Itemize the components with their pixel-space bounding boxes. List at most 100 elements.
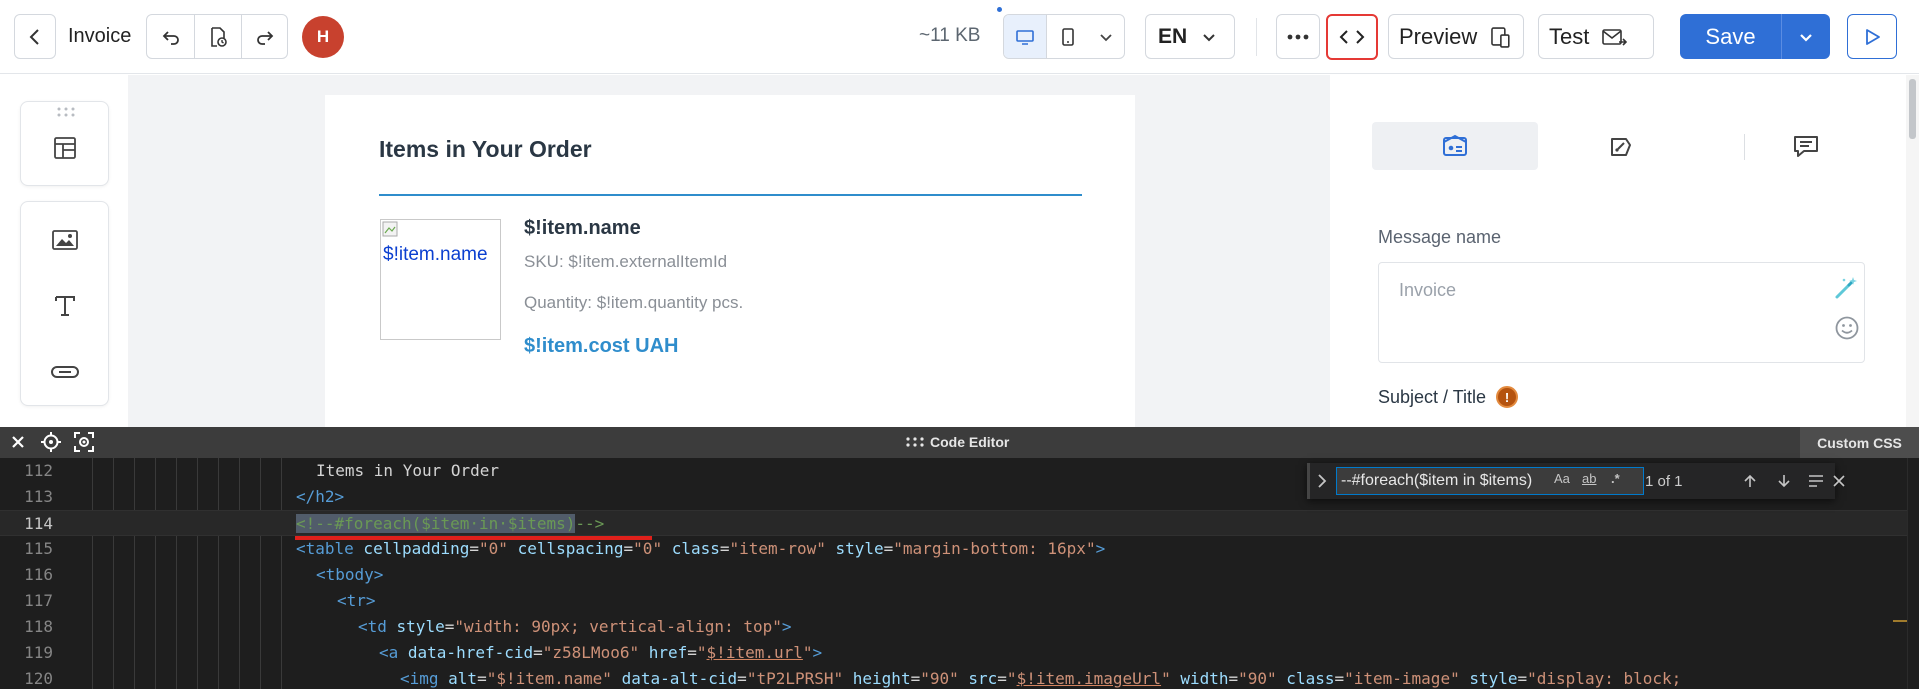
comment-icon [1794,136,1818,157]
message-settings-icon [1443,134,1467,156]
undo-icon [162,30,179,45]
message-title: Invoice [68,25,132,47]
tab-styles[interactable] [1538,122,1704,170]
close-find-button[interactable] [1829,471,1849,491]
save-button[interactable]: Save [1680,14,1781,59]
close-icon [12,436,24,448]
line-number: 120 [24,669,53,688]
layout-block-icon [43,126,87,170]
warning-icon[interactable]: ! [1496,386,1519,408]
image-block-icon[interactable] [43,218,87,262]
regex-toggle[interactable]: .* [1611,471,1620,486]
find-input[interactable]: --#foreach($item in $items) [1336,467,1644,495]
message-name-field[interactable]: Invoice [1378,262,1865,363]
line-number: 119 [24,643,53,662]
desktop-view-button[interactable] [1004,15,1046,58]
redo-button[interactable] [241,15,287,58]
text-block-icon[interactable] [43,284,87,328]
preview-button[interactable]: Preview [1388,14,1524,59]
layout-block-card[interactable] [20,101,109,186]
close-icon [1833,475,1845,487]
item-sku[interactable]: SKU: $!item.externalItemId [524,252,727,272]
code-line[interactable]: 115 <table cellpadding="0" cellspacing="… [0,536,1919,562]
code-view-button[interactable] [1326,14,1378,60]
find-in-selection-button[interactable] [1806,471,1826,491]
tab-message-settings[interactable] [1372,122,1538,170]
paint-icon [1611,138,1631,156]
preview-devices-icon [1491,26,1510,48]
previous-match-button[interactable] [1740,471,1760,491]
language-value: EN [1158,24,1188,48]
play-icon [1866,28,1880,45]
save-options-button[interactable] [1781,14,1830,59]
code-text: <tr> [337,591,376,610]
section-heading[interactable]: Items in Your Order [379,136,592,163]
next-match-button[interactable] [1774,471,1794,491]
find-result-count: 1 of 1 [1645,473,1683,490]
code-editor-title[interactable]: Code Editor [906,434,1009,450]
line-number: 114 [24,514,53,533]
drag-handle-icon [906,437,924,447]
user-avatar[interactable]: H [302,16,344,58]
code-text: <a data-href-cid="z58LMoo6" href="$!item… [379,643,823,662]
code-line[interactable]: 119 <a data-href-cid="z58LMoo6" href="$!… [0,640,1919,666]
subject-label: Subject / Title ! [1378,386,1519,408]
version-history-button[interactable] [194,15,241,58]
settings-tabs [1372,122,1867,170]
tab-comments[interactable] [1745,122,1867,170]
scrollbar-thumb[interactable] [1909,79,1916,139]
custom-css-tab[interactable]: Custom CSS [1800,427,1919,458]
line-number: 116 [24,565,53,584]
focus-frame-icon [74,432,94,452]
code-text: <td style="width: 90px; vertical-align: … [358,617,792,636]
code-text: </h2> [296,487,345,506]
code-line[interactable]: 120 <img alt="$!item.name" data-alt-cid=… [0,666,1919,692]
find-match-highlight: <!--#foreach($item·in·$items) [296,514,576,533]
code-line-current[interactable]: 114 <!--#foreach($item·in·$items)--> [0,510,1919,536]
language-select[interactable]: EN [1145,14,1235,59]
code-text: Items in Your Order [316,461,500,480]
toggle-replace-icon[interactable] [1315,472,1329,490]
test-send-button[interactable]: Test [1538,14,1654,59]
code-text: <!--#foreach($item·in·$items)--> [296,511,604,537]
more-options-button[interactable] [1276,14,1320,59]
blocks-sidebar [0,75,128,427]
whole-word-toggle[interactable]: ab [1582,471,1596,486]
mobile-view-button[interactable] [1046,15,1088,58]
message-size: ~11 KB [919,25,981,46]
item-cost[interactable]: $!item.cost UAH [524,335,678,358]
scrollbar-match-marker [1893,620,1907,622]
code-line[interactable]: 117 <tr> [0,588,1919,614]
close-editor-button[interactable] [7,431,29,453]
code-line[interactable]: 118 <td style="width: 90px; vertical-ali… [0,614,1919,640]
drag-handle-icon[interactable] [56,107,76,117]
button-block-icon[interactable] [43,350,87,394]
editor-scrollbar[interactable] [1907,458,1919,689]
undo-button[interactable] [147,15,194,58]
toolbar-divider [1256,18,1257,56]
red-underline-annotation [295,536,652,540]
chevron-down-icon [1800,33,1812,42]
item-image[interactable]: $!item.name [380,219,501,340]
code-editor-header: Code Editor Custom CSS [0,427,1919,458]
ai-magic-wand-icon[interactable] [1833,275,1859,301]
locate-element-button[interactable] [40,431,62,453]
workspace-scrollbar[interactable] [1906,75,1919,427]
item-name[interactable]: $!item.name [524,217,641,240]
emoji-icon[interactable] [1834,315,1860,341]
redo-icon [256,30,273,45]
item-quantity[interactable]: Quantity: $!item.quantity pcs. [524,293,743,313]
lines-icon [1809,475,1823,487]
focus-select-button[interactable] [73,431,95,453]
comment-end: --> [575,514,605,533]
back-button[interactable] [14,14,56,59]
line-number: 117 [24,591,53,610]
send-run-button[interactable] [1847,14,1897,59]
match-case-toggle[interactable]: Aa [1554,471,1570,486]
code-line[interactable]: 116 <tbody> [0,562,1919,588]
chevron-down-icon [1203,33,1215,41]
save-split-button: Save [1680,14,1830,59]
mobile-icon [1061,27,1074,46]
device-dropdown-button[interactable] [1088,15,1124,58]
content-blocks-card [20,201,109,406]
